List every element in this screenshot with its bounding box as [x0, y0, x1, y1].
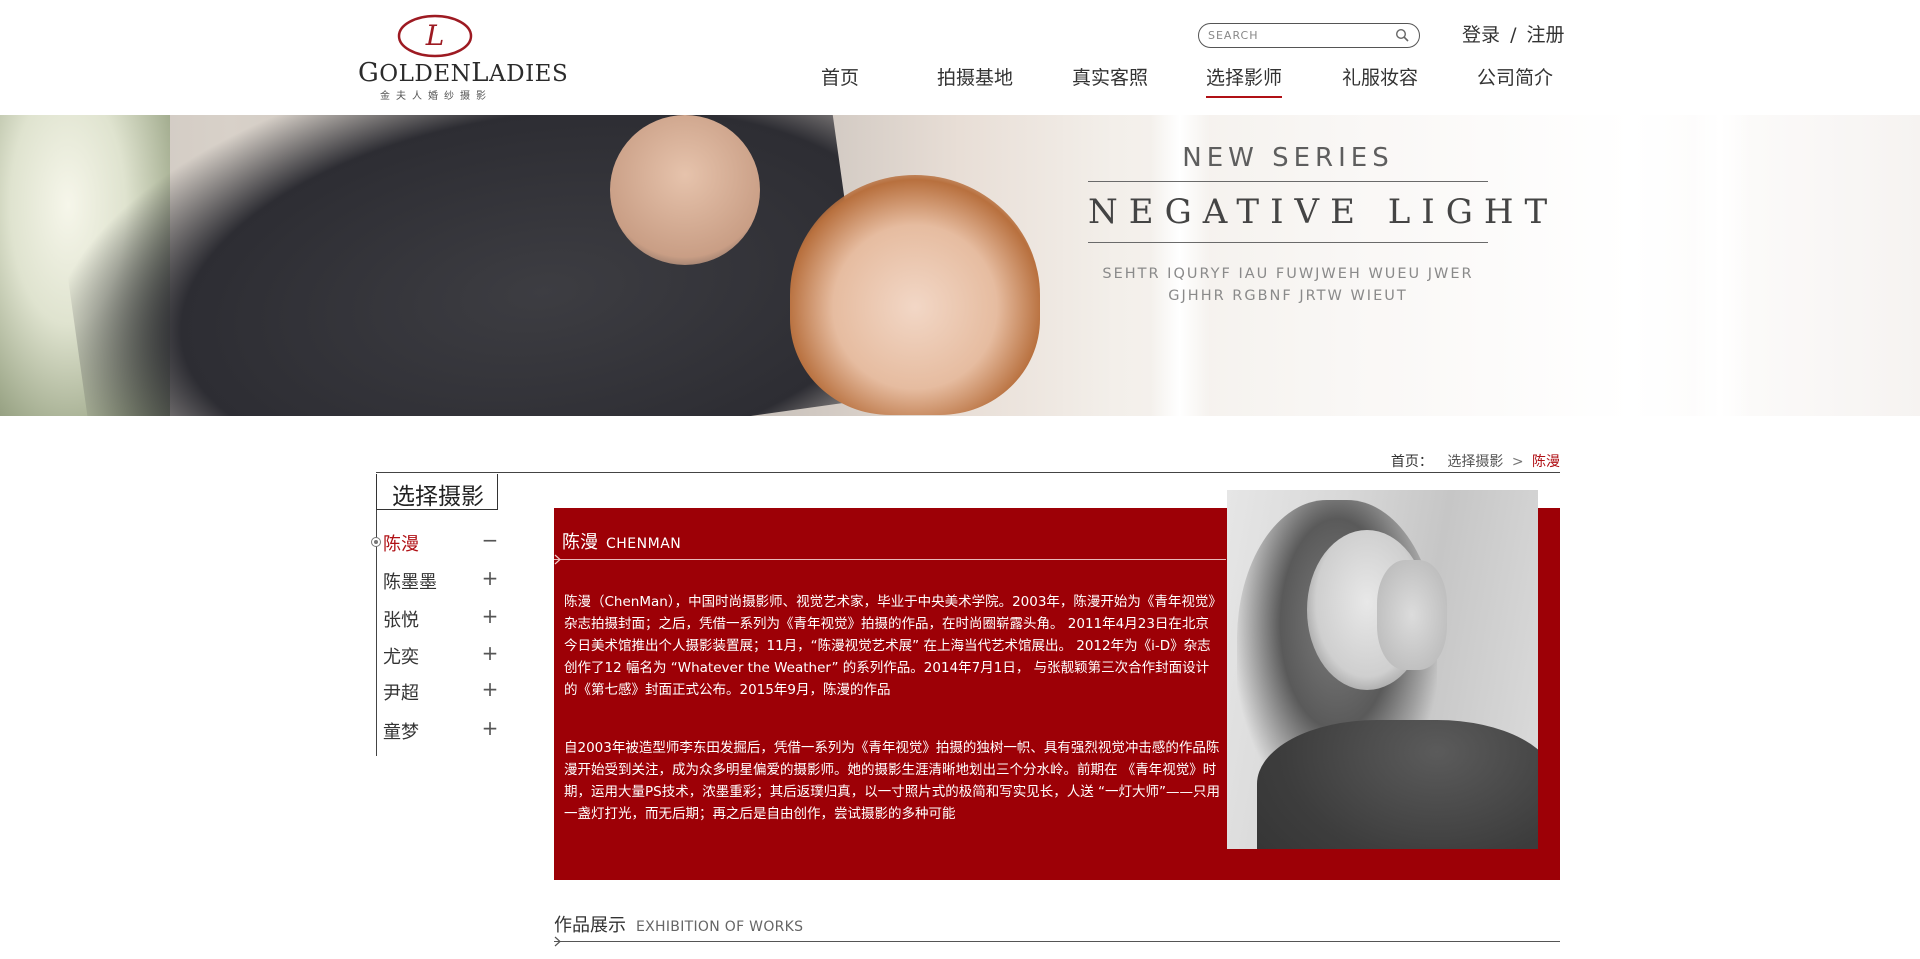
- sidebar-item-label: 陈漫: [383, 534, 419, 555]
- nav-item-home[interactable]: 首页: [821, 63, 859, 90]
- photographer-name: 陈漫 CHENMAN: [562, 528, 681, 554]
- sidebar-item-chenman[interactable]: 陈漫 −: [383, 528, 499, 556]
- hero-banner[interactable]: NEW SERIES NEGATIVE LIGHT SEHTR IQURYF I…: [0, 115, 1920, 416]
- auth-links: 登录 / 注册: [1462, 20, 1565, 47]
- sidebar-item-zhangyue[interactable]: 张悦 +: [383, 604, 499, 632]
- sidebar-item-yinchao[interactable]: 尹超 +: [383, 677, 499, 705]
- sidebar-item-label: 张悦: [383, 610, 419, 631]
- expand-icon[interactable]: +: [481, 604, 499, 628]
- logo-emblem-icon: L: [397, 14, 473, 58]
- sidebar-active-marker-icon: [371, 537, 381, 547]
- logo-letter: L: [425, 19, 445, 52]
- breadcrumb: 首页： 选择摄影 > 陈漫: [1391, 451, 1560, 471]
- nav-item-photographers[interactable]: 选择影师: [1206, 63, 1283, 98]
- works-title-en: EXHIBITION OF WORKS: [636, 919, 804, 935]
- sidebar-item-label: 尹超: [383, 683, 419, 704]
- login-link[interactable]: 登录: [1462, 24, 1500, 46]
- collapse-icon[interactable]: −: [481, 528, 499, 552]
- banner-bride-image: [790, 175, 1040, 415]
- photographer-name-en: CHENMAN: [606, 536, 682, 552]
- expand-icon[interactable]: +: [481, 566, 499, 590]
- auth-separator: /: [1510, 24, 1517, 46]
- works-title-cn: 作品展示: [554, 915, 626, 936]
- banner-kicker: NEW SERIES: [1182, 143, 1394, 173]
- works-divider: [554, 941, 1560, 942]
- breadcrumb-section[interactable]: 选择摄影: [1447, 454, 1503, 470]
- search-box[interactable]: [1198, 23, 1420, 48]
- nav-item-gowns-makeup[interactable]: 礼服妆容: [1342, 63, 1418, 90]
- sidebar-item-label: 童梦: [383, 722, 419, 743]
- search-icon[interactable]: [1395, 28, 1409, 42]
- photographer-bio-paragraph: 自2003年被造型师李东田发掘后，凭借一系列为《青年视觉》拍摄的独树一帜、具有强…: [564, 740, 1220, 822]
- banner-rule: [1088, 181, 1488, 182]
- banner-subtitle-line: GJHHR RGBNF JRTW WIEUT: [1168, 288, 1408, 304]
- photographer-name-cn: 陈漫: [562, 532, 598, 553]
- expand-icon[interactable]: +: [481, 641, 499, 665]
- sidebar-item-youyi[interactable]: 尤奕 +: [383, 641, 499, 669]
- expand-icon[interactable]: +: [481, 716, 499, 740]
- expand-icon[interactable]: +: [481, 677, 499, 701]
- banner-rule: [1088, 242, 1488, 243]
- banner-subtitle-line: SEHTR IQURYF IAU FUWJWEH WUEU JWER: [1102, 266, 1474, 282]
- banner-caption: NEW SERIES NEGATIVE LIGHT SEHTR IQURYF I…: [1088, 143, 1559, 307]
- register-link[interactable]: 注册: [1527, 24, 1565, 46]
- sidebar-item-label: 尤奕: [383, 647, 419, 668]
- chevron-right-icon: [554, 554, 561, 565]
- banner-groom-face-image: [610, 115, 760, 265]
- nav-item-client-photos[interactable]: 真实客照: [1072, 63, 1148, 90]
- banner-title: NEGATIVE LIGHT: [1088, 192, 1559, 232]
- sidebar-item-chenmomo[interactable]: 陈墨墨 +: [383, 566, 499, 594]
- portrait-body: [1257, 720, 1538, 849]
- portrait-hand: [1377, 560, 1447, 670]
- works-heading: 作品展示 EXHIBITION OF WORKS: [554, 911, 803, 937]
- breadcrumb-home[interactable]: 首页：: [1391, 454, 1433, 470]
- section-divider: [376, 472, 1560, 473]
- search-input[interactable]: [1208, 27, 1388, 44]
- nav-item-shooting-base[interactable]: 拍摄基地: [937, 63, 1013, 90]
- photographer-portrait: [1227, 490, 1538, 849]
- photographer-bio-paragraph: 陈漫（ChenMan），中国时尚摄影师、视觉艺术家，毕业于中央美术学院。2003…: [564, 594, 1216, 698]
- chevron-right-icon: [554, 936, 561, 947]
- sidebar-item-tongmeng[interactable]: 童梦 +: [383, 716, 499, 744]
- sidebar-title: 选择摄影: [392, 484, 484, 510]
- breadcrumb-separator-icon: >: [1511, 454, 1524, 470]
- banner-window-light: [1690, 115, 1750, 416]
- sidebar-item-label: 陈墨墨: [383, 572, 437, 593]
- breadcrumb-current: 陈漫: [1532, 454, 1560, 470]
- nav-item-about[interactable]: 公司简介: [1477, 63, 1553, 90]
- banner-subtitle: SEHTR IQURYF IAU FUWJWEH WUEU JWER GJHHR…: [1088, 263, 1488, 307]
- panel-divider: [554, 559, 1226, 560]
- main-nav: 首页 拍摄基地 真实客照 选择影师 礼服妆容 公司简介: [0, 63, 1920, 98]
